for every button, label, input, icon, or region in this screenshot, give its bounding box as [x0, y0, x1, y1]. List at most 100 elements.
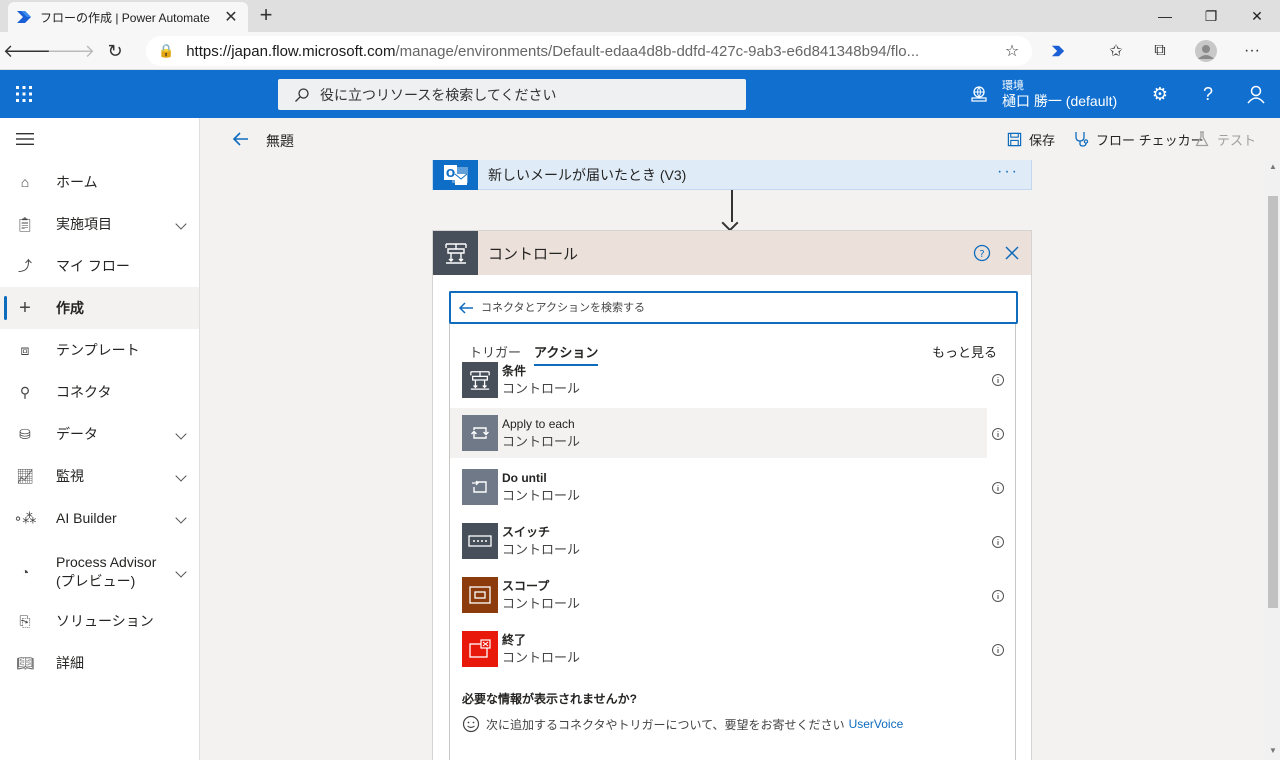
action-name: Apply to each [502, 417, 575, 431]
save-icon [1005, 130, 1023, 148]
nav-item-connectors[interactable]: ⚲ コネクタ [0, 371, 199, 413]
browser-tab[interactable]: フローの作成 | Power Automate ✕ [8, 2, 248, 32]
nav-item-label: 監視 [56, 468, 84, 484]
action-item-condition[interactable]: 条件 コントロール [450, 355, 987, 405]
flow-title[interactable]: 無題 [266, 131, 294, 151]
nav-item-label: AI Builder [56, 510, 117, 526]
collections-icon[interactable]: ⧉ [1146, 37, 1174, 65]
flask-icon [1193, 130, 1211, 148]
home-icon: ⌂ [20, 174, 30, 190]
nav-item-label: データ [56, 426, 98, 442]
action-name: 条件 [502, 364, 527, 378]
forward-icon[interactable]: 🡒 [47, 37, 95, 65]
nav-item-my-flows[interactable]: ⤴ マイ フロー [0, 245, 199, 287]
trigger-card[interactable]: O 新しいメールが届いたとき (V3) ··· [432, 160, 1032, 190]
svg-text:?: ? [979, 249, 984, 260]
flow-icon: ⤴ [18, 258, 32, 274]
nav-item-monitor[interactable]: 📈︎ 監視 [0, 455, 199, 497]
info-icon[interactable] [991, 535, 1005, 549]
more-menu-icon[interactable]: ··· [1238, 37, 1266, 65]
control-card-title: コントロール [488, 245, 579, 263]
info-icon[interactable] [991, 427, 1005, 441]
action-item-switch[interactable]: スイッチ コントロール [450, 516, 987, 566]
url-field[interactable]: 🔒 https://japan.flow.microsoft.com/manag… [146, 36, 1032, 66]
nav-item-process-advisor[interactable]: ◔ Process Advisor (プレビュー) [0, 546, 199, 598]
hamburger-menu-icon[interactable] [16, 132, 34, 146]
nav-item-label: 詳細 [56, 655, 84, 671]
add-favorite-icon[interactable]: ☆ [998, 37, 1026, 65]
back-arrow-icon[interactable] [230, 128, 252, 150]
help-circle-icon[interactable]: ? [973, 244, 991, 262]
scroll-thumb[interactable] [1268, 196, 1278, 608]
flow-checker-label: フロー チェッカー [1096, 132, 1204, 148]
resource-search-input[interactable]: 役に立つリソースを検索してください [278, 79, 746, 110]
info-icon[interactable] [991, 589, 1005, 603]
nav-item-learn[interactable]: 📖︎ 詳細 [0, 642, 199, 684]
uservoice-link[interactable]: UserVoice [849, 717, 904, 731]
action-item-scope[interactable]: スコープ コントロール [450, 570, 987, 620]
close-window-icon[interactable]: ✕ [1234, 0, 1280, 32]
action-item-apply-to-each[interactable]: Apply to each コントロール [450, 408, 987, 458]
feedback-text: 次に追加するコネクタやトリガーについて、要望をお寄せください [486, 717, 845, 732]
close-tab-icon[interactable]: ✕ [222, 7, 240, 27]
more-options-icon[interactable]: ··· [997, 163, 1019, 181]
nav-item-create[interactable]: + 作成 [0, 287, 199, 329]
save-button[interactable]: 保存 [1005, 129, 1055, 149]
action-name: スコープ [502, 579, 550, 593]
footer-question: 必要な情報が表示されませんか? [462, 692, 637, 706]
environment-icon [971, 86, 987, 102]
connector-search-field[interactable] [449, 291, 1018, 324]
profile-avatar[interactable] [1192, 37, 1220, 65]
nav-item-ai-builder[interactable]: ∘⁂ AI Builder [0, 497, 199, 539]
power-automate-extension-icon[interactable] [1044, 37, 1072, 65]
nav-item-home[interactable]: ⌂ ホーム [0, 161, 199, 203]
info-icon[interactable] [991, 481, 1005, 495]
connector-icon: ⚲ [19, 383, 31, 400]
tab-title: フローの作成 | Power Automate [40, 10, 210, 25]
clipboard-icon: 📋︎ [16, 215, 34, 232]
connector-search-input[interactable] [481, 301, 981, 314]
nav-item-solutions[interactable]: ⎘ ソリューション [0, 600, 199, 642]
nav-item-label: コネクタ [56, 384, 112, 400]
back-icon[interactable]: 🡐 [3, 37, 51, 65]
database-icon: ⛁ [19, 425, 31, 442]
settings-gear-icon[interactable]: ⚙ [1148, 82, 1172, 106]
account-icon[interactable] [1244, 82, 1268, 106]
environment-picker[interactable]: 環境 樋口 勝一 (default) [970, 76, 1117, 112]
help-icon[interactable]: ? [1196, 82, 1220, 106]
search-icon [295, 87, 309, 102]
info-icon[interactable] [991, 643, 1005, 657]
condition-icon [462, 362, 498, 398]
nav-item-label: ホーム [56, 174, 98, 190]
restore-icon[interactable]: ❐ [1188, 0, 1234, 32]
canvas-scrollbar[interactable]: ▲ ▼ [1265, 160, 1280, 760]
info-icon[interactable] [991, 373, 1005, 387]
left-navigation: ⌂ ホーム 📋︎ 実施項目 ⤴ マイ フロー + 作成 ⧈ テンプレート ⚲ コ… [0, 118, 200, 760]
minimize-icon[interactable]: — [1142, 0, 1188, 32]
refresh-icon[interactable]: ↻ [100, 37, 130, 65]
new-tab-button[interactable]: + [254, 4, 278, 28]
chevron-down-icon [175, 470, 187, 482]
flow-checker-button[interactable]: フロー チェッカー [1072, 129, 1204, 149]
switch-icon [462, 523, 498, 559]
loop-icon [462, 415, 498, 451]
action-item-terminate[interactable]: 終了 コントロール [450, 624, 987, 674]
arrow-left-icon[interactable] [457, 299, 475, 317]
power-automate-logo-icon [17, 11, 31, 23]
scope-icon [462, 577, 498, 613]
scroll-down-icon[interactable]: ▼ [1268, 746, 1278, 756]
app-launcher-icon[interactable] [14, 84, 34, 104]
ai-builder-icon: ∘⁂ [13, 509, 37, 526]
nav-item-templates[interactable]: ⧈ テンプレート [0, 329, 199, 371]
action-item-do-until[interactable]: Do until コントロール [450, 462, 987, 512]
test-button[interactable]: テスト [1193, 129, 1256, 149]
close-icon[interactable] [1003, 244, 1021, 262]
chevron-down-icon [175, 512, 187, 524]
outlook-icon: O [433, 160, 478, 190]
favorites-icon[interactable]: ✩ [1102, 37, 1130, 65]
svg-text:O: O [445, 167, 454, 180]
scroll-up-icon[interactable]: ▲ [1268, 162, 1278, 172]
action-connector: コントロール [502, 650, 581, 665]
nav-item-action-items[interactable]: 📋︎ 実施項目 [0, 203, 199, 245]
nav-item-data[interactable]: ⛁ データ [0, 413, 199, 455]
